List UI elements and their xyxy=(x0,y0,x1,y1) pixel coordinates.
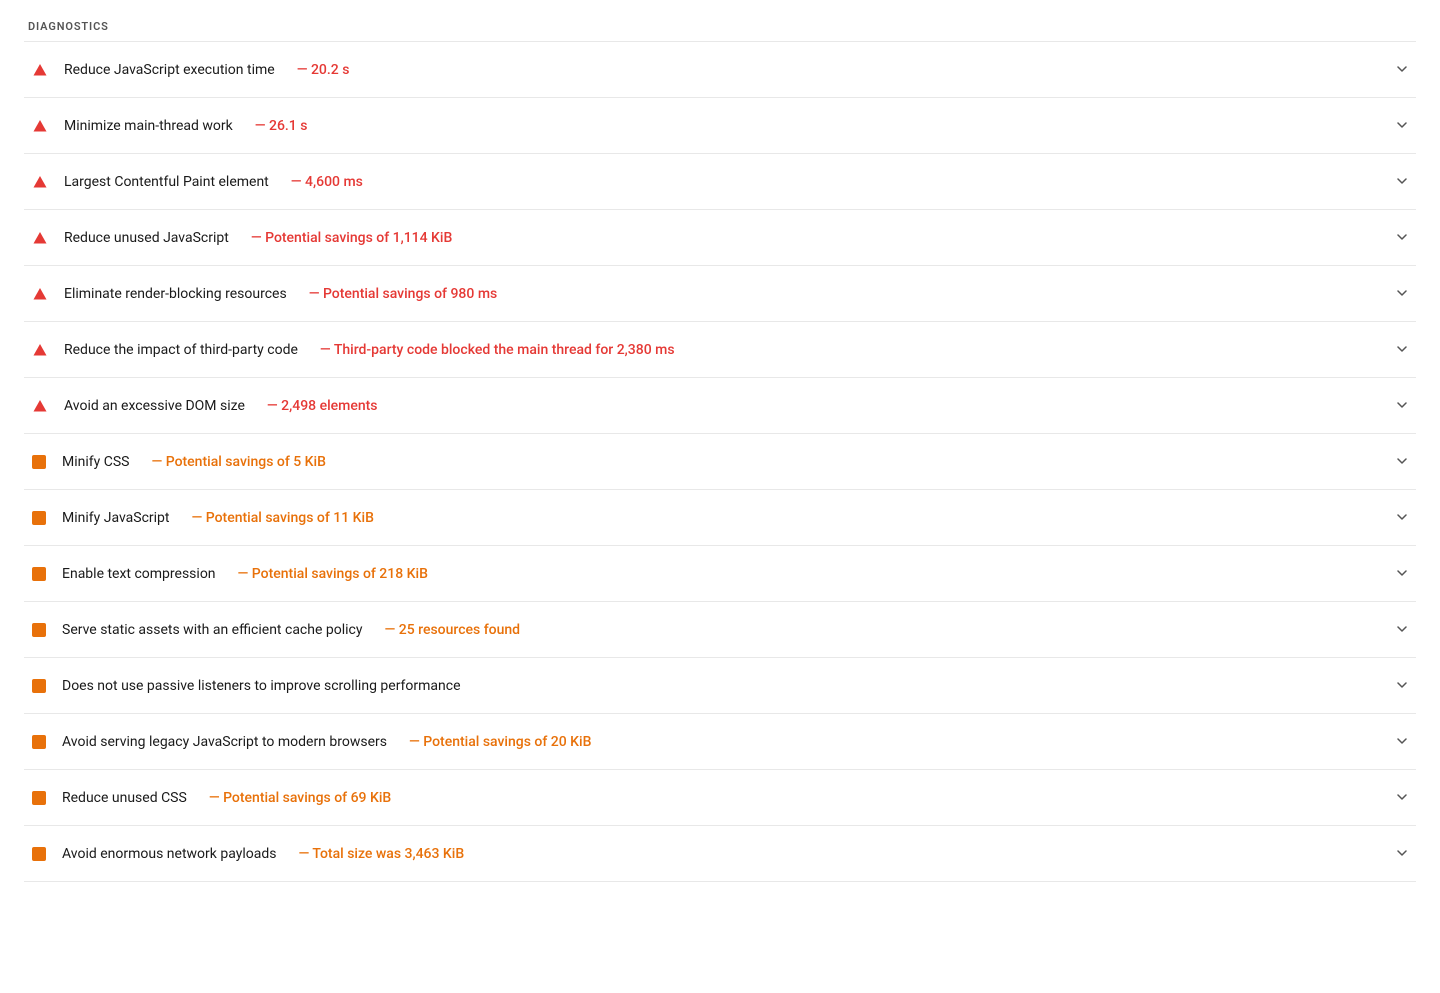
chevron-icon-eliminate-render-blocking[interactable] xyxy=(1396,284,1408,303)
item-detail-serve-static-assets: — 25 resources found xyxy=(384,622,520,638)
diagnostic-item-reduce-unused-css[interactable]: Reduce unused CSS — Potential savings of … xyxy=(24,770,1416,826)
diagnostic-item-passive-listeners[interactable]: Does not use passive listeners to improv… xyxy=(24,658,1416,714)
section-title: DIAGNOSTICS xyxy=(24,20,1416,33)
item-detail-reduce-unused-css: — Potential savings of 69 KiB xyxy=(209,790,391,806)
item-label-avoid-network-payloads: Avoid enormous network payloads xyxy=(62,846,276,862)
item-label-avoid-dom-size: Avoid an excessive DOM size xyxy=(64,398,245,414)
square-icon-enable-text-compression xyxy=(32,567,46,581)
diagnostic-item-enable-text-compression[interactable]: Enable text compression — Potential savin… xyxy=(24,546,1416,602)
item-detail-reduce-third-party: — Third-party code blocked the main thre… xyxy=(320,342,675,358)
diagnostics-list: Reduce JavaScript execution time — 20.2 s… xyxy=(24,41,1416,882)
diagnostic-item-reduce-unused-js[interactable]: Reduce unused JavaScript — Potential savi… xyxy=(24,210,1416,266)
item-detail-reduce-unused-js: — Potential savings of 1,114 KiB xyxy=(251,230,452,246)
item-label-enable-text-compression: Enable text compression xyxy=(62,566,216,582)
chevron-icon-avoid-dom-size[interactable] xyxy=(1396,396,1408,415)
square-icon-legacy-js xyxy=(32,735,46,749)
chevron-icon-reduce-unused-js[interactable] xyxy=(1396,228,1408,247)
chevron-icon-reduce-unused-css[interactable] xyxy=(1396,788,1408,807)
item-detail-avoid-dom-size: — 2,498 elements xyxy=(267,398,378,414)
item-label-minimize-main-thread: Minimize main-thread work xyxy=(64,118,233,134)
item-label-reduce-unused-css: Reduce unused CSS xyxy=(62,790,187,806)
item-label-minify-css: Minify CSS xyxy=(62,454,129,470)
diagnostic-item-avoid-network-payloads[interactable]: Avoid enormous network payloads — Total s… xyxy=(24,826,1416,882)
square-icon-minify-css xyxy=(32,455,46,469)
item-detail-legacy-js: — Potential savings of 20 KiB xyxy=(409,734,591,750)
square-icon-serve-static-assets xyxy=(32,623,46,637)
triangle-icon-reduce-js-execution xyxy=(32,62,48,78)
item-label-serve-static-assets: Serve static assets with an efficient ca… xyxy=(62,622,362,638)
diagnostics-container: DIAGNOSTICS Reduce JavaScript execution … xyxy=(0,0,1440,902)
chevron-icon-minimize-main-thread[interactable] xyxy=(1396,116,1408,135)
square-icon-reduce-unused-css xyxy=(32,791,46,805)
diagnostic-item-lcp-element[interactable]: Largest Contentful Paint element — 4,600 … xyxy=(24,154,1416,210)
item-detail-lcp-element: — 4,600 ms xyxy=(291,174,363,190)
triangle-icon-lcp-element xyxy=(32,174,48,190)
chevron-icon-legacy-js[interactable] xyxy=(1396,732,1408,751)
chevron-icon-minify-css[interactable] xyxy=(1396,452,1408,471)
chevron-icon-serve-static-assets[interactable] xyxy=(1396,620,1408,639)
chevron-icon-enable-text-compression[interactable] xyxy=(1396,564,1408,583)
item-detail-avoid-network-payloads: — Total size was 3,463 KiB xyxy=(298,846,464,862)
square-icon-passive-listeners xyxy=(32,679,46,693)
diagnostic-item-eliminate-render-blocking[interactable]: Eliminate render-blocking resources — Pot… xyxy=(24,266,1416,322)
chevron-icon-minify-js[interactable] xyxy=(1396,508,1408,527)
square-icon-minify-js xyxy=(32,511,46,525)
triangle-icon-eliminate-render-blocking xyxy=(32,286,48,302)
triangle-icon-avoid-dom-size xyxy=(32,398,48,414)
diagnostic-item-reduce-js-execution[interactable]: Reduce JavaScript execution time — 20.2 s xyxy=(24,42,1416,98)
chevron-icon-lcp-element[interactable] xyxy=(1396,172,1408,191)
chevron-icon-reduce-js-execution[interactable] xyxy=(1396,60,1408,79)
diagnostic-item-minify-css[interactable]: Minify CSS — Potential savings of 5 KiB xyxy=(24,434,1416,490)
item-detail-reduce-js-execution: — 20.2 s xyxy=(297,62,350,78)
diagnostic-item-avoid-dom-size[interactable]: Avoid an excessive DOM size — 2,498 eleme… xyxy=(24,378,1416,434)
diagnostic-item-minify-js[interactable]: Minify JavaScript — Potential savings of … xyxy=(24,490,1416,546)
diagnostic-item-serve-static-assets[interactable]: Serve static assets with an efficient ca… xyxy=(24,602,1416,658)
diagnostic-item-reduce-third-party[interactable]: Reduce the impact of third-party code — T… xyxy=(24,322,1416,378)
triangle-icon-reduce-unused-js xyxy=(32,230,48,246)
item-label-lcp-element: Largest Contentful Paint element xyxy=(64,174,269,190)
item-detail-minimize-main-thread: — 26.1 s xyxy=(255,118,308,134)
item-label-minify-js: Minify JavaScript xyxy=(62,510,170,526)
item-detail-eliminate-render-blocking: — Potential savings of 980 ms xyxy=(309,286,498,302)
chevron-icon-passive-listeners[interactable] xyxy=(1396,676,1408,695)
diagnostic-item-legacy-js[interactable]: Avoid serving legacy JavaScript to moder… xyxy=(24,714,1416,770)
chevron-icon-avoid-network-payloads[interactable] xyxy=(1396,844,1408,863)
item-label-reduce-third-party: Reduce the impact of third-party code xyxy=(64,342,298,358)
triangle-icon-reduce-third-party xyxy=(32,342,48,358)
item-detail-enable-text-compression: — Potential savings of 218 KiB xyxy=(238,566,428,582)
item-detail-minify-css: — Potential savings of 5 KiB xyxy=(151,454,325,470)
item-detail-minify-js: — Potential savings of 11 KiB xyxy=(192,510,374,526)
item-label-reduce-js-execution: Reduce JavaScript execution time xyxy=(64,62,275,78)
item-label-eliminate-render-blocking: Eliminate render-blocking resources xyxy=(64,286,287,302)
chevron-icon-reduce-third-party[interactable] xyxy=(1396,340,1408,359)
item-label-passive-listeners: Does not use passive listeners to improv… xyxy=(62,678,461,694)
diagnostic-item-minimize-main-thread[interactable]: Minimize main-thread work — 26.1 s xyxy=(24,98,1416,154)
item-label-legacy-js: Avoid serving legacy JavaScript to moder… xyxy=(62,734,387,750)
triangle-icon-minimize-main-thread xyxy=(32,118,48,134)
item-label-reduce-unused-js: Reduce unused JavaScript xyxy=(64,230,229,246)
square-icon-avoid-network-payloads xyxy=(32,847,46,861)
